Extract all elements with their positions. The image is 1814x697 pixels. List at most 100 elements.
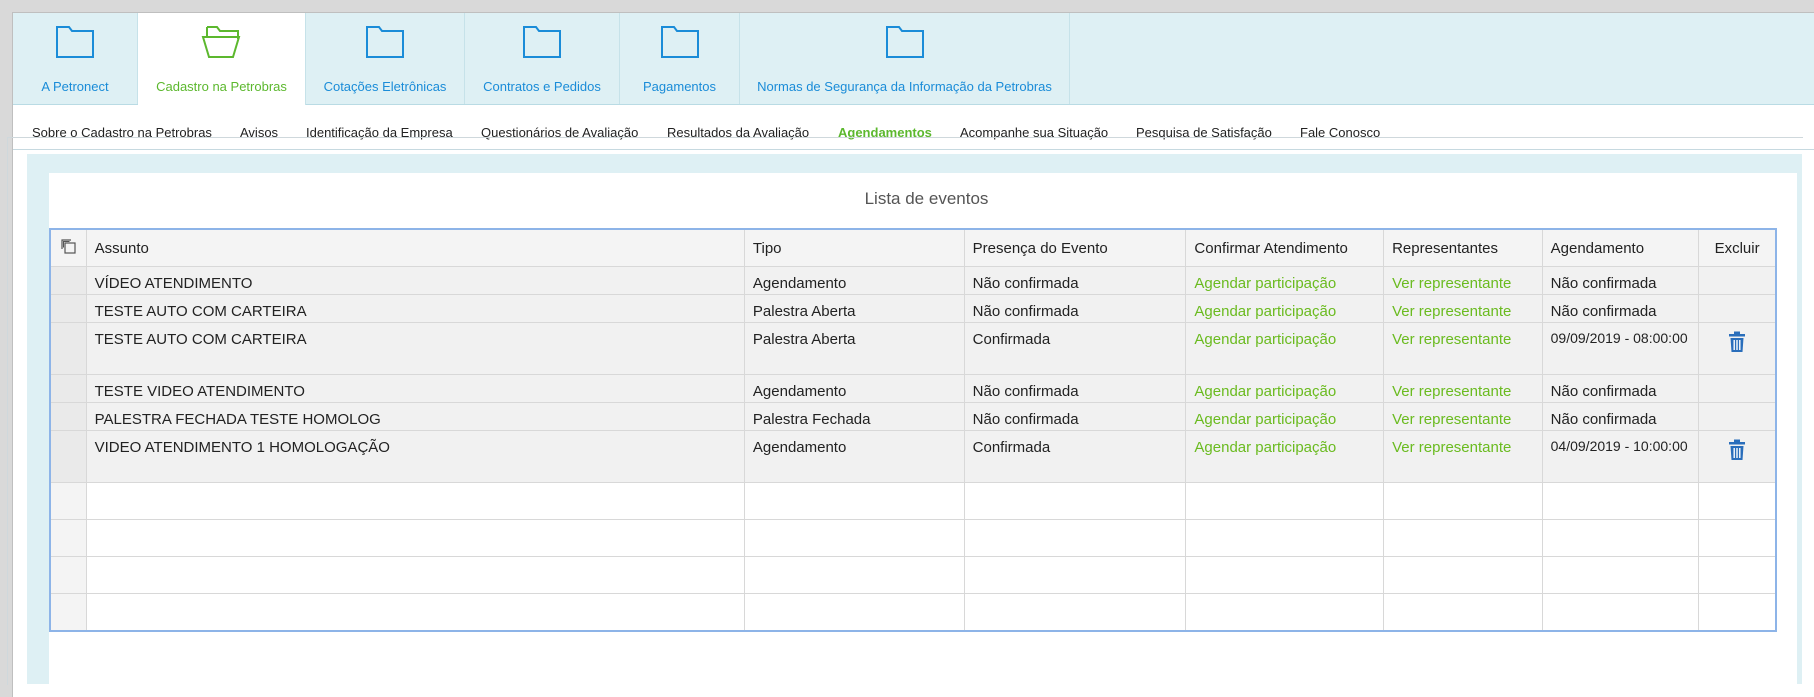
row-selector[interactable] — [49, 402, 87, 431]
table-row[interactable]: TESTE VIDEO ATENDIMENTO Agendamento Não … — [49, 374, 1777, 403]
empty-cell — [1698, 556, 1777, 594]
agendar-participacao-link[interactable]: Agendar participação — [1185, 374, 1385, 403]
empty-cell — [85, 556, 745, 594]
empty-cell — [963, 519, 1187, 557]
empty-cell — [49, 519, 87, 557]
folder-icon — [660, 23, 700, 63]
agendar-participacao-link[interactable]: Agendar participação — [1185, 430, 1385, 483]
table-row[interactable]: VIDEO ATENDIMENTO 1 HOMOLOGAÇÃO Agendame… — [49, 430, 1777, 483]
tab-label: Contratos e Pedidos — [483, 79, 601, 94]
tab-contratos-e-pedidos[interactable]: Contratos e Pedidos — [465, 13, 620, 104]
row-selector[interactable] — [49, 294, 87, 323]
empty-cell — [49, 593, 87, 631]
cell-tipo: Agendamento — [743, 266, 965, 295]
empty-cell — [743, 593, 965, 631]
folder-icon — [522, 23, 562, 63]
empty-cell — [743, 482, 965, 520]
empty-table-row — [49, 519, 1777, 557]
empty-cell — [1185, 482, 1385, 520]
folder-open-icon — [201, 23, 243, 63]
empty-table-row — [49, 556, 1777, 594]
empty-cell — [1541, 482, 1700, 520]
folder-icon — [885, 23, 925, 63]
tab-label: Normas de Segurança da Informação da Pet… — [757, 79, 1052, 94]
ver-representante-link[interactable]: Ver representante — [1383, 430, 1543, 483]
tab-label: Cotações Eletrônicas — [323, 79, 447, 94]
events-table: Assunto Tipo Presença do Evento Confirma… — [49, 228, 1777, 632]
tab-label: A Petronect — [41, 79, 109, 94]
empty-cell — [1383, 556, 1543, 594]
empty-cell — [85, 482, 745, 520]
select-all-cell[interactable] — [49, 228, 87, 267]
table-row[interactable]: TESTE AUTO COM CARTEIRA Palestra Aberta … — [49, 322, 1777, 375]
empty-cell — [1383, 593, 1543, 631]
trash-icon[interactable] — [1728, 331, 1746, 357]
tab-label: Cadastro na Petrobras — [156, 79, 287, 94]
empty-cell — [1541, 593, 1700, 631]
table-row[interactable]: TESTE AUTO COM CARTEIRA Palestra Aberta … — [49, 294, 1777, 323]
ver-representante-link[interactable]: Ver representante — [1383, 374, 1543, 403]
cell-presenca: Não confirmada — [963, 374, 1187, 403]
empty-cell — [1698, 593, 1777, 631]
agendar-participacao-link[interactable]: Agendar participação — [1185, 402, 1385, 431]
ver-representante-link[interactable]: Ver representante — [1383, 322, 1543, 375]
column-header-agendamento[interactable]: Agendamento — [1541, 228, 1700, 267]
cell-presenca: Confirmada — [963, 322, 1187, 375]
row-selector[interactable] — [49, 430, 87, 483]
row-selector[interactable] — [49, 266, 87, 295]
agendar-participacao-link[interactable]: Agendar participação — [1185, 266, 1385, 295]
cell-agendamento: Não confirmada — [1541, 266, 1700, 295]
column-header-excluir[interactable]: Excluir — [1698, 228, 1777, 267]
table-header-row: Assunto Tipo Presença do Evento Confirma… — [49, 228, 1777, 267]
column-header-confirmar[interactable]: Confirmar Atendimento — [1185, 228, 1385, 267]
table-row[interactable]: VÍDEO ATENDIMENTO Agendamento Não confir… — [49, 266, 1777, 295]
cell-agendamento: 04/09/2019 - 10:00:00 — [1541, 430, 1700, 483]
cell-assunto: TESTE AUTO COM CARTEIRA — [85, 294, 745, 323]
empty-cell — [743, 519, 965, 557]
column-header-tipo[interactable]: Tipo — [743, 228, 965, 267]
empty-cell — [963, 482, 1187, 520]
agendar-participacao-link[interactable]: Agendar participação — [1185, 294, 1385, 323]
cell-excluir — [1698, 322, 1777, 375]
cell-assunto: TESTE VIDEO ATENDIMENTO — [85, 374, 745, 403]
empty-cell — [1698, 519, 1777, 557]
cell-tipo: Palestra Fechada — [743, 402, 965, 431]
empty-cell — [963, 556, 1187, 594]
agendar-participacao-link[interactable]: Agendar participação — [1185, 322, 1385, 375]
ver-representante-link[interactable]: Ver representante — [1383, 402, 1543, 431]
cell-assunto: PALESTRA FECHADA TESTE HOMOLOG — [85, 402, 745, 431]
cell-excluir — [1698, 402, 1777, 431]
empty-cell — [85, 593, 745, 631]
ver-representante-link[interactable]: Ver representante — [1383, 266, 1543, 295]
empty-cell — [1383, 482, 1543, 520]
table-row[interactable]: PALESTRA FECHADA TESTE HOMOLOG Palestra … — [49, 402, 1777, 431]
empty-cell — [1185, 556, 1385, 594]
row-selector[interactable] — [49, 322, 87, 375]
tab-cotacoes-eletronicas[interactable]: Cotações Eletrônicas — [306, 13, 465, 104]
cell-excluir — [1698, 294, 1777, 323]
cell-excluir — [1698, 266, 1777, 295]
tab-cadastro-na-petrobras[interactable]: Cadastro na Petrobras — [138, 13, 306, 105]
cell-tipo: Palestra Aberta — [743, 322, 965, 375]
empty-cell — [1185, 519, 1385, 557]
top-tab-bar: A Petronect Cadastro na Petrobras Cotaçõ… — [13, 13, 1814, 105]
cell-presenca: Não confirmada — [963, 266, 1187, 295]
empty-cell — [1383, 519, 1543, 557]
ver-representante-link[interactable]: Ver representante — [1383, 294, 1543, 323]
cell-tipo: Palestra Aberta — [743, 294, 965, 323]
copy-select-icon[interactable] — [60, 239, 76, 258]
tab-pagamentos[interactable]: Pagamentos — [620, 13, 740, 104]
tab-normas-de-seguranca[interactable]: Normas de Segurança da Informação da Pet… — [740, 13, 1070, 104]
empty-cell — [49, 482, 87, 520]
empty-table-row — [49, 593, 1777, 631]
row-selector[interactable] — [49, 374, 87, 403]
cell-agendamento: Não confirmada — [1541, 402, 1700, 431]
column-header-representantes[interactable]: Representantes — [1383, 228, 1543, 267]
cell-assunto: VIDEO ATENDIMENTO 1 HOMOLOGAÇÃO — [85, 430, 745, 483]
folder-icon — [55, 23, 95, 63]
trash-icon[interactable] — [1728, 439, 1746, 465]
column-header-assunto[interactable]: Assunto — [85, 228, 745, 267]
tab-a-petronect[interactable]: A Petronect — [13, 13, 138, 104]
column-header-presenca[interactable]: Presença do Evento — [963, 228, 1187, 267]
cell-assunto: VÍDEO ATENDIMENTO — [85, 266, 745, 295]
